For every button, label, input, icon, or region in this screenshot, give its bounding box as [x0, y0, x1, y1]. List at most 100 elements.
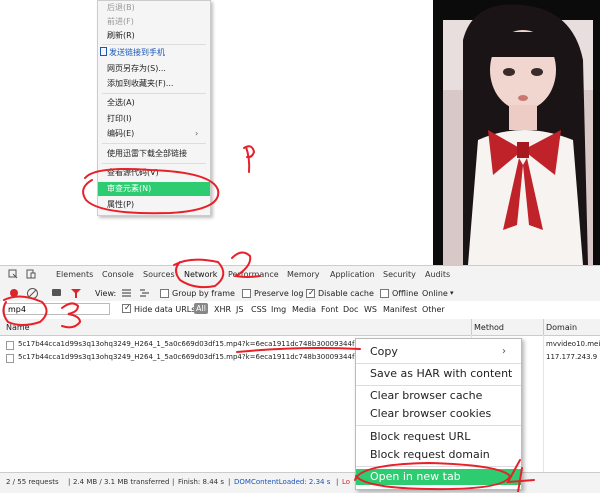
inspect-icon[interactable]	[8, 269, 18, 281]
menu-item-open-in-new-tab[interactable]: Open in new tab	[356, 469, 521, 485]
menu-item-view-source[interactable]: 查看源代码(V)	[107, 166, 159, 180]
column-divider	[543, 335, 544, 472]
menu-item-label: 编码(E)	[107, 129, 135, 138]
type-filter-manifest[interactable]: Manifest	[383, 305, 417, 314]
menu-separator	[102, 44, 206, 45]
dom-content-loaded: DOMContentLoaded: 2.34 s	[234, 478, 331, 486]
device-toggle-icon[interactable]	[26, 269, 36, 281]
type-filter-img[interactable]: Img	[271, 305, 286, 314]
menu-item-thunder-download[interactable]: 使用迅雷下载全部链接	[107, 147, 187, 161]
large-rows-icon[interactable]	[122, 289, 131, 297]
type-filter-other[interactable]: Other	[422, 305, 445, 314]
request-name: 5c17b44cca1d99s3q13ohq3249_H264_1_5a0c66…	[18, 353, 355, 361]
hide-data-urls-label: Hide data URLs	[134, 305, 196, 314]
menu-separator	[102, 143, 206, 144]
filter-bar: ✓ Hide data URLs All XHR JS CSS Img Medi…	[0, 301, 600, 320]
file-icon	[6, 341, 14, 350]
finish-time: Finish: 8.44 s	[178, 478, 224, 486]
request-table-header: Name Method Domain	[0, 319, 600, 336]
menu-item-forward[interactable]: 前进(F)	[107, 15, 134, 29]
tab-memory[interactable]: Memory	[287, 270, 320, 279]
request-context-menu: Copy › Save as HAR with content Clear br…	[355, 338, 522, 490]
separator: |	[336, 478, 339, 486]
record-button[interactable]	[10, 289, 18, 297]
menu-separator	[356, 363, 521, 364]
type-filter-font[interactable]: Font	[321, 305, 338, 314]
tab-application[interactable]: Application	[330, 270, 375, 279]
devtools-tab-bar: Elements Console Sources Network Perform…	[0, 265, 600, 287]
menu-separator	[356, 466, 521, 467]
request-name: 5c17b44cca1d99s3q13ohq3249_H264_1_5a0c66…	[18, 340, 355, 348]
request-domain: 117.177.243.9	[546, 353, 598, 361]
menu-item-send-to-phone[interactable]: 发送链接到手机	[100, 46, 165, 60]
separator: |	[228, 478, 231, 486]
type-filter-all[interactable]: All	[194, 303, 208, 314]
menu-item-block-domain[interactable]: Block request domain	[370, 447, 490, 463]
transfer-size: 2.4 MB / 3.1 MB transferred	[73, 478, 170, 486]
separator: |	[172, 478, 175, 486]
preserve-log-label: Preserve log	[254, 289, 304, 298]
menu-item-refresh[interactable]: 刷新(R)	[107, 29, 135, 43]
file-icon	[6, 354, 14, 363]
page-context-menu: 后退(B) 前进(F) 刷新(R) 发送链接到手机 网页另存为(S)... 添加…	[97, 0, 211, 216]
tab-performance[interactable]: Performance	[228, 270, 279, 279]
capture-screenshots-icon[interactable]	[52, 289, 61, 296]
network-toolbar: View: Group by frame Preserve log ✓ Disa…	[0, 286, 600, 302]
menu-item-clear-cache[interactable]: Clear browser cache	[370, 388, 482, 404]
tab-console[interactable]: Console	[102, 270, 134, 279]
tab-sources[interactable]: Sources	[143, 270, 175, 279]
menu-item-save-page[interactable]: 网页另存为(S)...	[107, 62, 166, 76]
menu-item-clear-cookies[interactable]: Clear browser cookies	[370, 406, 491, 422]
phone-icon	[100, 47, 107, 56]
column-header-domain[interactable]: Domain	[546, 323, 577, 332]
throttle-select[interactable]: Online	[422, 289, 448, 298]
tab-audits[interactable]: Audits	[425, 270, 450, 279]
menu-item-copy[interactable]: Copy ›	[370, 344, 520, 360]
disable-cache-checkbox[interactable]: ✓	[306, 288, 315, 298]
column-header-name[interactable]: Name	[6, 323, 30, 332]
column-divider	[543, 319, 544, 335]
menu-item-print[interactable]: 打印(I)	[107, 112, 132, 126]
overview-icon[interactable]	[140, 289, 149, 297]
offline-checkbox[interactable]	[380, 289, 389, 298]
menu-item-add-favorite[interactable]: 添加到收藏夹(F)...	[107, 77, 173, 91]
menu-separator	[356, 425, 521, 426]
tab-network[interactable]: Network	[184, 270, 217, 279]
type-filter-media[interactable]: Media	[292, 305, 316, 314]
tab-elements[interactable]: Elements	[56, 270, 93, 279]
menu-item-encoding[interactable]: 编码(E) ›	[107, 127, 207, 141]
column-header-method[interactable]: Method	[474, 323, 504, 332]
type-filter-ws[interactable]: WS	[364, 305, 377, 314]
menu-item-inspect-element[interactable]: 审查元素(N)	[98, 182, 210, 196]
separator: |	[68, 478, 71, 486]
tab-security[interactable]: Security	[383, 270, 416, 279]
menu-item-label: Copy	[370, 345, 398, 358]
menu-item-block-url[interactable]: Block request URL	[370, 429, 470, 445]
request-domain: mvvideo10.mei	[546, 340, 600, 348]
menu-item-back[interactable]: 后退(B)	[107, 1, 135, 15]
menu-separator	[102, 163, 206, 164]
clear-button[interactable]	[27, 288, 38, 299]
chevron-right-icon: ›	[195, 129, 199, 138]
column-divider	[471, 319, 472, 335]
type-filter-js[interactable]: JS	[236, 305, 243, 314]
group-by-frame-checkbox[interactable]	[160, 289, 169, 298]
menu-separator	[356, 385, 521, 386]
type-filter-css[interactable]: CSS	[251, 305, 267, 314]
filter-icon[interactable]	[71, 289, 81, 300]
menu-item-properties[interactable]: 属性(P)	[107, 198, 134, 212]
hide-data-urls-checkbox[interactable]: ✓	[122, 303, 131, 313]
type-filter-doc[interactable]: Doc	[343, 305, 358, 314]
type-filter-xhr[interactable]: XHR	[214, 305, 231, 314]
filter-input[interactable]	[4, 303, 110, 315]
preserve-log-checkbox[interactable]	[242, 289, 251, 298]
video-player[interactable]	[433, 0, 600, 265]
menu-item-save-har[interactable]: Save as HAR with content	[370, 366, 512, 382]
load-time: Lo	[342, 478, 351, 486]
disable-cache-label: Disable cache	[318, 289, 374, 298]
video-frame-image	[433, 0, 600, 265]
request-count: 2 / 55 requests	[6, 478, 59, 486]
group-by-frame-label: Group by frame	[172, 289, 235, 298]
chevron-down-icon: ▾	[450, 289, 454, 297]
menu-item-select-all[interactable]: 全选(A)	[107, 96, 135, 110]
